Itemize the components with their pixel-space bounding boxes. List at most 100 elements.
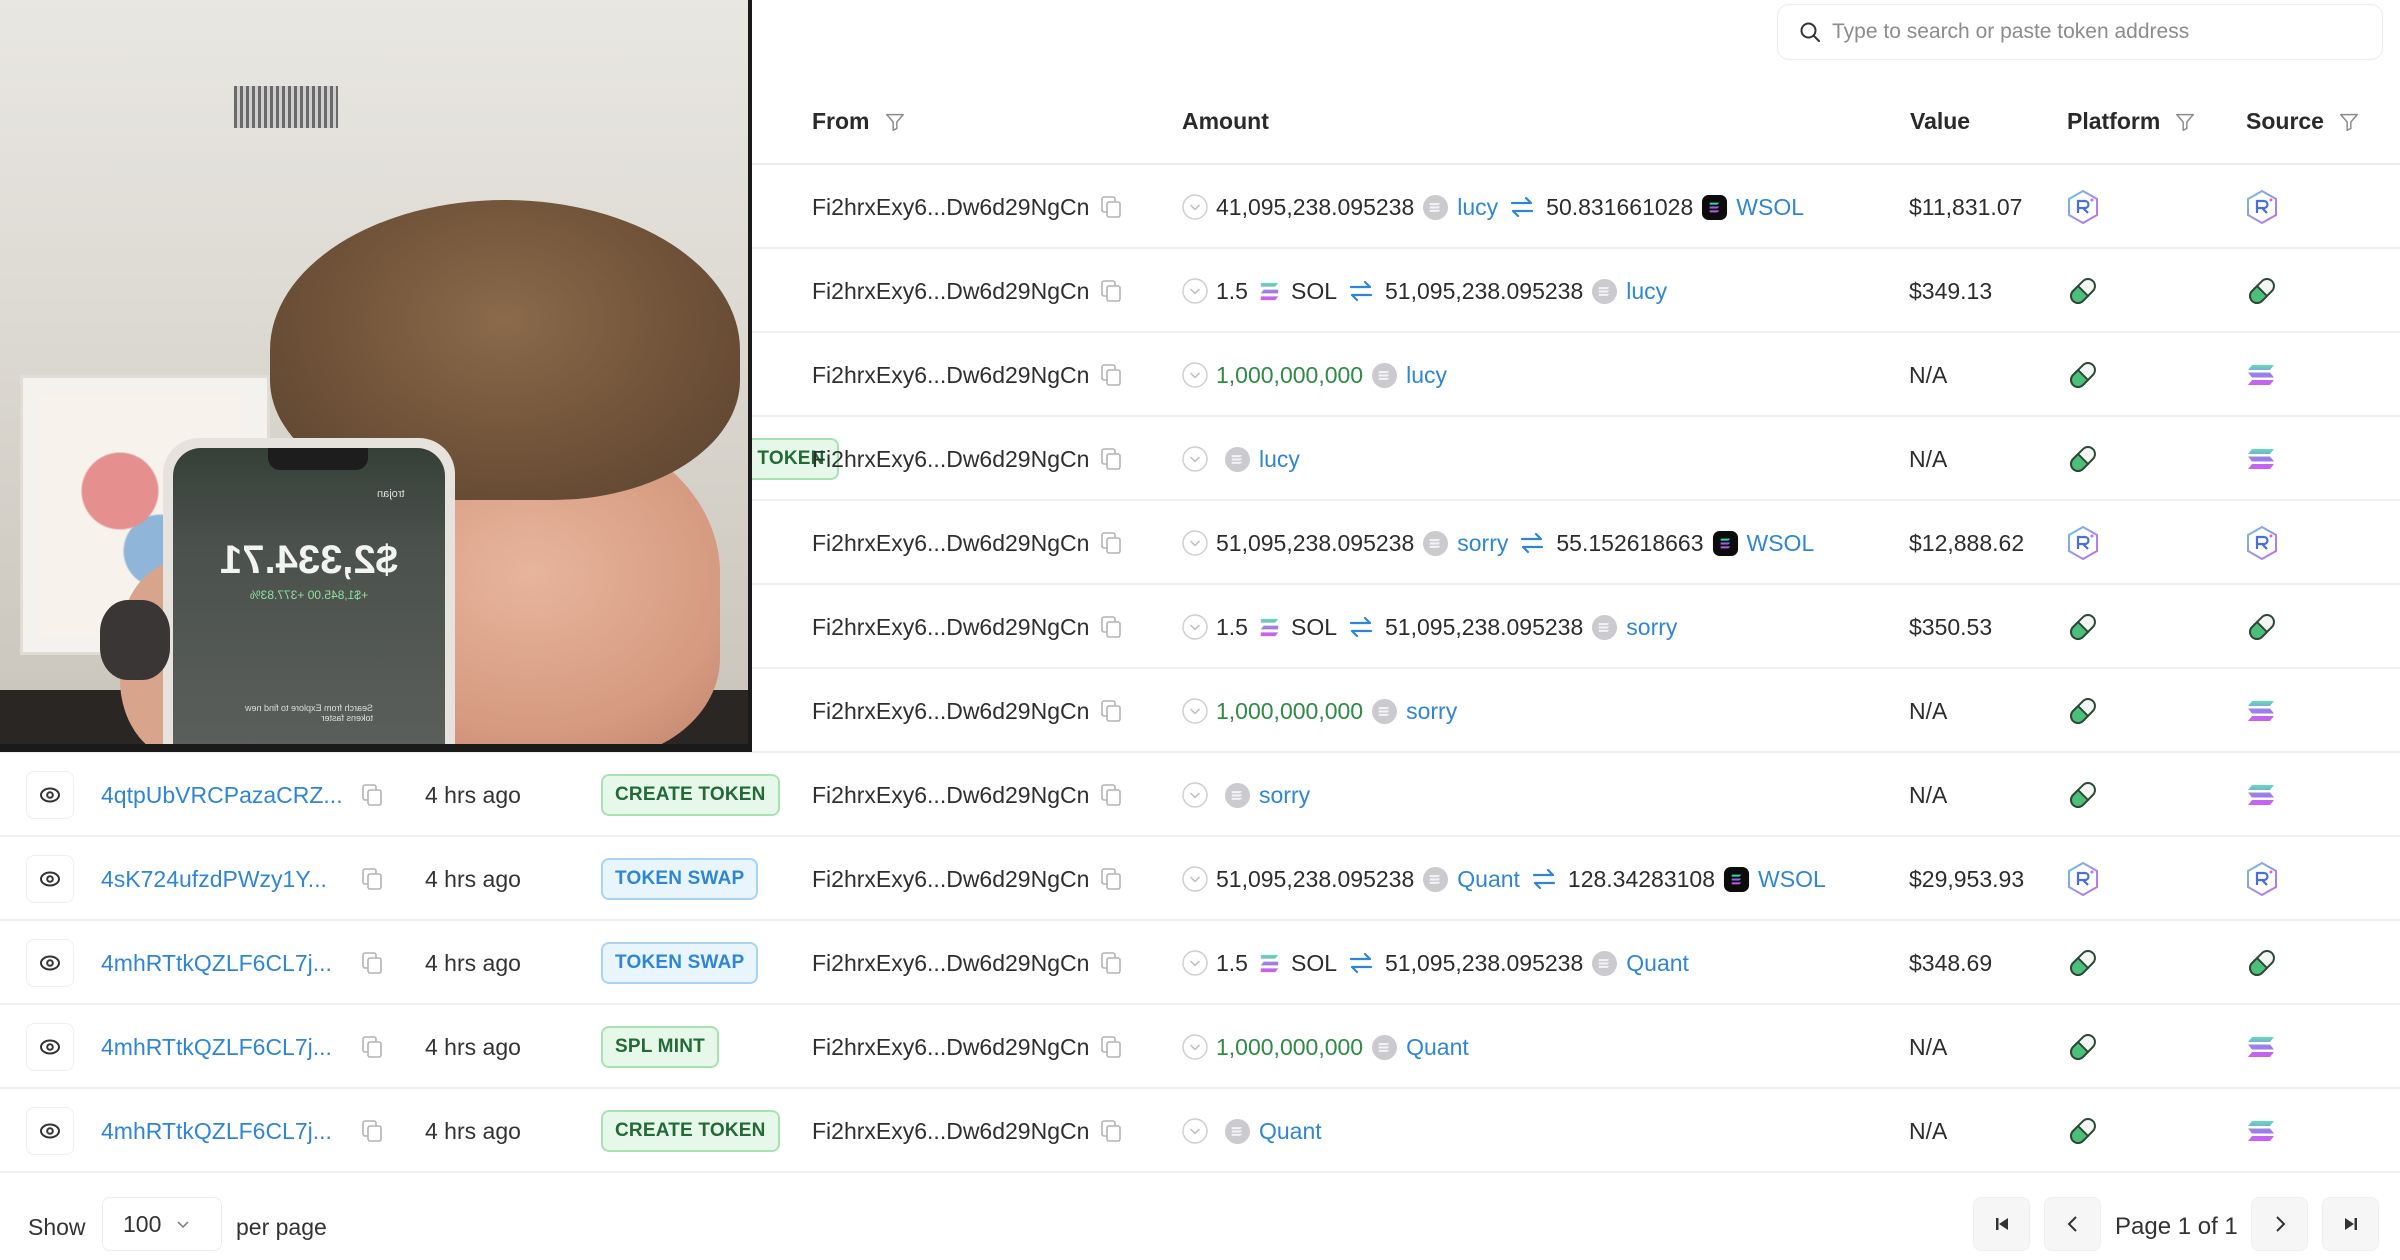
from-address[interactable]: Fi2hrxExy6...Dw6d29NgCn xyxy=(812,669,1123,753)
filter-icon[interactable] xyxy=(2338,111,2360,133)
from-address[interactable]: Fi2hrxExy6...Dw6d29NgCn xyxy=(812,165,1123,249)
token-out-link[interactable]: Quant xyxy=(1626,950,1689,977)
expand-chevron-icon[interactable] xyxy=(1181,193,1209,221)
token-out-link[interactable]: lucy xyxy=(1626,278,1667,305)
copy-icon[interactable] xyxy=(360,950,384,976)
from-address[interactable]: Fi2hrxExy6...Dw6d29NgCn xyxy=(812,249,1123,333)
table-row[interactable]: 4mhRTtkQZLF6CL7j... 4 hrs ago SPL MINT Fi2h… xyxy=(0,1005,2400,1089)
expand-chevron-icon[interactable] xyxy=(1181,613,1209,641)
from-address-text[interactable]: Fi2hrxExy6...Dw6d29NgCn xyxy=(812,194,1089,221)
view-transaction-button[interactable] xyxy=(26,939,74,987)
copy-icon[interactable] xyxy=(1099,698,1123,724)
token-out-link[interactable]: sorry xyxy=(1626,614,1677,641)
copy-signature-button[interactable] xyxy=(350,753,384,837)
transaction-signature-link[interactable]: 4mhRTtkQZLF6CL7j... xyxy=(101,921,332,1005)
copy-icon[interactable] xyxy=(360,1034,384,1060)
transaction-signature-link[interactable]: 4sK724ufzdPWzy1Y... xyxy=(101,837,327,921)
from-address-text[interactable]: Fi2hrxExy6...Dw6d29NgCn xyxy=(812,866,1089,893)
from-address-text[interactable]: Fi2hrxExy6...Dw6d29NgCn xyxy=(812,1118,1089,1145)
token-link[interactable]: Quant xyxy=(1259,1118,1322,1145)
token-out-link[interactable]: WSOL xyxy=(1736,194,1804,221)
copy-icon[interactable] xyxy=(1099,446,1123,472)
copy-signature-button[interactable] xyxy=(350,1089,384,1173)
from-address[interactable]: Fi2hrxExy6...Dw6d29NgCn xyxy=(812,501,1123,585)
token-out-link[interactable]: WSOL xyxy=(1758,866,1826,893)
copy-icon[interactable] xyxy=(360,866,384,892)
last-page-button[interactable] xyxy=(2322,1197,2379,1251)
expand-chevron-icon[interactable] xyxy=(1181,445,1209,473)
filter-icon[interactable] xyxy=(2174,111,2196,133)
expand-chevron-icon[interactable] xyxy=(1181,697,1209,725)
copy-icon[interactable] xyxy=(1099,530,1123,556)
from-address-text[interactable]: Fi2hrxExy6...Dw6d29NgCn xyxy=(812,362,1089,389)
token-in-link[interactable]: lucy xyxy=(1457,194,1498,221)
generic-token-icon xyxy=(1224,1118,1251,1144)
token-in-link[interactable]: Quant xyxy=(1457,866,1520,893)
view-transaction-button[interactable] xyxy=(26,771,74,819)
copy-signature-button[interactable] xyxy=(350,921,384,1005)
from-address[interactable]: Fi2hrxExy6...Dw6d29NgCn xyxy=(812,1089,1123,1173)
from-address[interactable]: Fi2hrxExy6...Dw6d29NgCn xyxy=(812,1005,1123,1089)
transaction-signature-link[interactable]: 4mhRTtkQZLF6CL7j... xyxy=(101,1089,332,1173)
expand-chevron-icon[interactable] xyxy=(1181,277,1209,305)
token-link[interactable]: sorry xyxy=(1259,782,1310,809)
token-link[interactable]: Quant xyxy=(1406,1034,1469,1061)
expand-chevron-icon[interactable] xyxy=(1181,529,1209,557)
from-address-text[interactable]: Fi2hrxExy6...Dw6d29NgCn xyxy=(812,446,1089,473)
expand-chevron-icon[interactable] xyxy=(1181,949,1209,977)
copy-icon[interactable] xyxy=(1099,1118,1123,1144)
copy-icon[interactable] xyxy=(1099,194,1123,220)
token-link[interactable]: lucy xyxy=(1406,362,1447,389)
from-address-text[interactable]: Fi2hrxExy6...Dw6d29NgCn xyxy=(812,698,1089,725)
copy-signature-button[interactable] xyxy=(350,837,384,921)
from-address-text[interactable]: Fi2hrxExy6...Dw6d29NgCn xyxy=(812,782,1089,809)
from-address[interactable]: Fi2hrxExy6...Dw6d29NgCn xyxy=(812,333,1123,417)
copy-signature-button[interactable] xyxy=(350,1005,384,1089)
copy-icon[interactable] xyxy=(1099,614,1123,640)
token-out-link[interactable]: WSOL xyxy=(1747,530,1815,557)
from-address[interactable]: Fi2hrxExy6...Dw6d29NgCn xyxy=(812,585,1123,669)
from-address[interactable]: Fi2hrxExy6...Dw6d29NgCn xyxy=(812,417,1123,501)
view-transaction-button[interactable] xyxy=(26,1107,74,1155)
copy-icon[interactable] xyxy=(1099,362,1123,388)
per-page-select[interactable]: 100 xyxy=(102,1197,222,1251)
copy-icon[interactable] xyxy=(1099,950,1123,976)
table-row[interactable]: 4mhRTtkQZLF6CL7j... 4 hrs ago TOKEN SWAP Fi… xyxy=(0,921,2400,1005)
copy-icon[interactable] xyxy=(1099,1034,1123,1060)
expand-chevron-icon[interactable] xyxy=(1181,781,1209,809)
from-address-text[interactable]: Fi2hrxExy6...Dw6d29NgCn xyxy=(812,614,1089,641)
table-row[interactable]: 4qtpUbVRCPazaCRZ... 4 hrs ago CREATE TOKEN… xyxy=(0,753,2400,837)
search-input[interactable] xyxy=(1832,20,2352,44)
expand-chevron-icon[interactable] xyxy=(1181,361,1209,389)
first-page-button[interactable] xyxy=(1973,1197,2030,1251)
copy-icon[interactable] xyxy=(1099,278,1123,304)
from-address-text[interactable]: Fi2hrxExy6...Dw6d29NgCn xyxy=(812,530,1089,557)
token-in-link[interactable]: sorry xyxy=(1457,530,1508,557)
token-link[interactable]: sorry xyxy=(1406,698,1457,725)
table-row[interactable]: 4mhRTtkQZLF6CL7j... 4 hrs ago CREATE TOKEN… xyxy=(0,1089,2400,1173)
copy-icon[interactable] xyxy=(360,782,384,808)
view-transaction-button[interactable] xyxy=(26,1023,74,1071)
copy-icon[interactable] xyxy=(1099,782,1123,808)
from-address[interactable]: Fi2hrxExy6...Dw6d29NgCn xyxy=(812,921,1123,1005)
transaction-signature-link[interactable]: 4qtpUbVRCPazaCRZ... xyxy=(101,753,343,837)
transaction-signature-link[interactable]: 4mhRTtkQZLF6CL7j... xyxy=(101,1005,332,1089)
from-address-text[interactable]: Fi2hrxExy6...Dw6d29NgCn xyxy=(812,950,1089,977)
from-address[interactable]: Fi2hrxExy6...Dw6d29NgCn xyxy=(812,837,1123,921)
previous-page-button[interactable] xyxy=(2044,1197,2101,1251)
expand-chevron-icon[interactable] xyxy=(1181,865,1209,893)
copy-icon[interactable] xyxy=(360,1118,384,1144)
token-link[interactable]: lucy xyxy=(1259,446,1300,473)
view-transaction-button[interactable] xyxy=(26,855,74,903)
filter-icon[interactable] xyxy=(884,111,906,133)
expand-chevron-icon[interactable] xyxy=(1181,1033,1209,1061)
from-address-text[interactable]: Fi2hrxExy6...Dw6d29NgCn xyxy=(812,1034,1089,1061)
token-search[interactable] xyxy=(1777,4,2383,60)
next-page-button[interactable] xyxy=(2251,1197,2308,1251)
from-address[interactable]: Fi2hrxExy6...Dw6d29NgCn xyxy=(812,753,1123,837)
expand-chevron-icon[interactable] xyxy=(1181,1117,1209,1145)
wsol-token-icon xyxy=(1702,194,1728,220)
from-address-text[interactable]: Fi2hrxExy6...Dw6d29NgCn xyxy=(812,278,1089,305)
table-row[interactable]: 4sK724ufzdPWzy1Y... 4 hrs ago TOKEN SWAP Fi… xyxy=(0,837,2400,921)
copy-icon[interactable] xyxy=(1099,866,1123,892)
